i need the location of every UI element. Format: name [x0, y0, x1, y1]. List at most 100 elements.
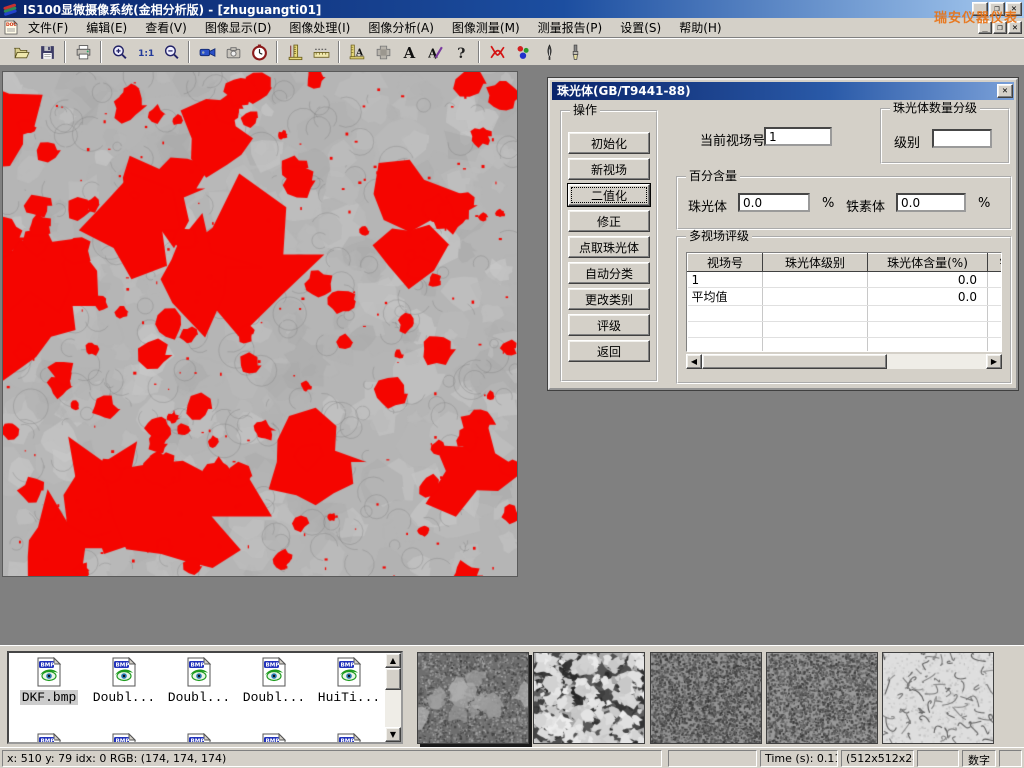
scrollbar-thumb[interactable]: [385, 668, 401, 690]
table-cell: [763, 322, 868, 338]
thumbnail-2[interactable]: [533, 652, 645, 744]
table-row[interactable]: 平均值0.0: [688, 288, 1003, 306]
current-field-input[interactable]: [764, 127, 832, 146]
curve-cut-button[interactable]: [484, 40, 510, 64]
menu-measure-report[interactable]: 测量报告(P): [529, 17, 612, 38]
status-spacer: [917, 750, 959, 767]
file-item[interactable]: BMP: [238, 733, 310, 744]
ruler-button[interactable]: [308, 40, 334, 64]
file-list-scrollbar[interactable]: ▲ ▼: [385, 653, 401, 742]
scrollbar-thumb[interactable]: [702, 354, 887, 369]
snapshot-button[interactable]: [220, 40, 246, 64]
child-close-button[interactable]: ✕: [1008, 21, 1022, 34]
menu-image-process[interactable]: 图像处理(I): [280, 17, 359, 38]
thumbnail-5[interactable]: [882, 652, 994, 744]
timer-button[interactable]: [246, 40, 272, 64]
video-capture-button[interactable]: [194, 40, 220, 64]
file-item[interactable]: BMP: [88, 733, 160, 744]
scroll-up-icon[interactable]: ▲: [385, 653, 401, 668]
table-horizontal-scrollbar[interactable]: ◀ ▶: [686, 354, 1002, 369]
measure-label-button[interactable]: A: [344, 40, 370, 64]
thumbnail-4[interactable]: [766, 652, 878, 744]
annotate-button[interactable]: A: [422, 40, 448, 64]
table-cell: [868, 322, 988, 338]
scroll-right-icon[interactable]: ▶: [986, 354, 1002, 369]
camera-icon: [225, 44, 242, 61]
merge-button[interactable]: [370, 40, 396, 64]
return-button[interactable]: 返回: [568, 340, 650, 362]
file-name: Doubl...: [241, 690, 307, 705]
grading-group-label: 珠光体数量分级: [890, 102, 980, 115]
menu-image-measure[interactable]: 图像测量(M): [443, 17, 529, 38]
init-button[interactable]: 初始化: [568, 132, 650, 154]
help-button[interactable]: ?: [448, 40, 474, 64]
pearlite-percent-input[interactable]: [738, 193, 810, 212]
zoom-out-button[interactable]: [158, 40, 184, 64]
menu-settings[interactable]: 设置(S): [611, 17, 670, 38]
menu-edit[interactable]: 编辑(E): [77, 17, 136, 38]
svg-text:A: A: [402, 44, 415, 61]
multi-field-group: 多视场评级 视场号珠光体级别珠光体含量(%)铁素体 10.0平均值0.0 ◀ ▶: [676, 236, 1012, 384]
zoom-in-icon: [111, 44, 128, 61]
phase-particles-button[interactable]: [510, 40, 536, 64]
auto-classify-button[interactable]: 自动分类: [568, 262, 650, 284]
table-cell: [868, 338, 988, 353]
svg-text:BMP: BMP: [116, 739, 130, 744]
file-item[interactable]: BMP: [13, 733, 85, 744]
level-input[interactable]: [932, 129, 992, 148]
caliper-button[interactable]: [282, 40, 308, 64]
ferrite-percent-input[interactable]: [896, 193, 966, 212]
child-minimize-button[interactable]: _: [978, 21, 992, 34]
minimize-button[interactable]: _: [972, 2, 988, 16]
dialog-close-button[interactable]: ✕: [997, 84, 1013, 98]
open-button[interactable]: [8, 40, 34, 64]
grade-button[interactable]: 评级: [568, 314, 650, 336]
change-class-button[interactable]: 更改类别: [568, 288, 650, 310]
bmp-file-icon: BMP: [261, 733, 287, 744]
bmp-file-icon: BMP: [336, 733, 362, 744]
print-button[interactable]: [70, 40, 96, 64]
scroll-down-icon[interactable]: ▼: [385, 727, 401, 742]
menu-image-display[interactable]: 图像显示(D): [196, 17, 281, 38]
pen-icon: [541, 44, 558, 61]
pick-pearlite-button[interactable]: 点取珠光体: [568, 236, 650, 258]
actual-size-button[interactable]: 1:1: [132, 40, 158, 64]
close-button[interactable]: ✕: [1006, 2, 1022, 16]
scroll-left-icon[interactable]: ◀: [686, 354, 702, 369]
table-cell: 1: [688, 272, 763, 288]
file-item[interactable]: BMP DKF.bmp: [13, 657, 85, 705]
table-row[interactable]: 10.0: [688, 272, 1003, 288]
binarize-button[interactable]: 二值化: [568, 184, 650, 206]
file-item[interactable]: BMP Doubl...: [88, 657, 160, 705]
menu-view[interactable]: 查看(V): [136, 17, 196, 38]
brush-button[interactable]: [562, 40, 588, 64]
table-row[interactable]: [688, 322, 1003, 338]
file-item[interactable]: BMP Doubl...: [238, 657, 310, 705]
table-row[interactable]: [688, 338, 1003, 353]
thumbnail-3[interactable]: [650, 652, 762, 744]
restore-button[interactable]: ❐: [989, 2, 1005, 16]
child-restore-button[interactable]: ❐: [993, 21, 1007, 34]
pearlite-label: 珠光体: [688, 196, 727, 215]
svg-text:BMP: BMP: [191, 739, 205, 744]
save-button[interactable]: [34, 40, 60, 64]
metallographic-image[interactable]: [2, 71, 518, 577]
menu-image-analysis[interactable]: 图像分析(A): [359, 17, 443, 38]
new-field-button[interactable]: 新视场: [568, 158, 650, 180]
menu-file[interactable]: 文件(F): [19, 17, 77, 38]
text-button[interactable]: A: [396, 40, 422, 64]
correct-button[interactable]: 修正: [568, 210, 650, 232]
file-item[interactable]: BMP HuiTi...: [313, 657, 385, 705]
menu-bar: DOC 文件(F) 编辑(E) 查看(V) 图像显示(D) 图像处理(I) 图像…: [0, 18, 1024, 38]
table-row[interactable]: [688, 306, 1003, 322]
file-item[interactable]: BMP: [163, 733, 235, 744]
table-cell: [988, 288, 1003, 306]
pen-button[interactable]: [536, 40, 562, 64]
file-item[interactable]: BMP: [313, 733, 385, 744]
zoom-in-button[interactable]: [106, 40, 132, 64]
thumbnail-1[interactable]: [417, 652, 529, 744]
svg-text:BMP: BMP: [116, 663, 130, 669]
file-item[interactable]: BMP Doubl...: [163, 657, 235, 705]
menu-help[interactable]: 帮助(H): [670, 17, 730, 38]
dialog-title-bar[interactable]: 珠光体(GB/T9441-88): [552, 82, 1014, 100]
